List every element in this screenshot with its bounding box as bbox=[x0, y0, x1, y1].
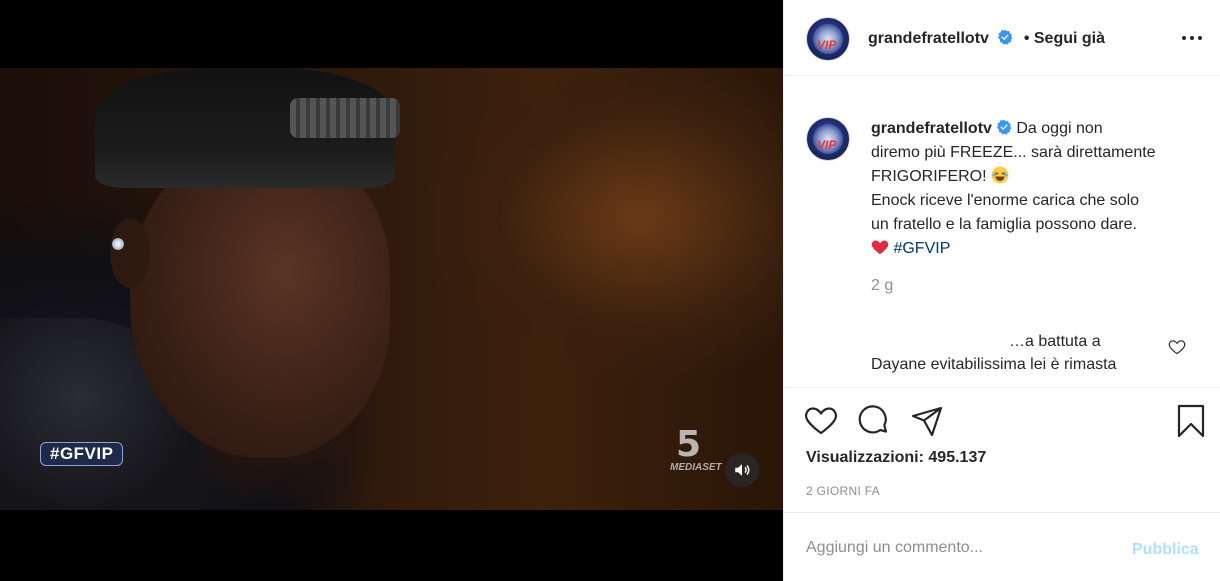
comment-line: Dayane evitabilissima lei è rimasta bbox=[871, 356, 1117, 373]
video-hashtag-overlay: #GFVIP bbox=[40, 442, 124, 466]
caption-line: Da oggi non bbox=[1016, 120, 1103, 137]
video-frame-ear bbox=[110, 218, 150, 288]
comment-input[interactable] bbox=[806, 539, 1106, 557]
channel-name: MEDIASET bbox=[670, 462, 722, 473]
laughing-emoji-icon bbox=[991, 166, 1009, 184]
channel-number: 5 bbox=[676, 424, 702, 465]
caption-area: VIP grandefratellotv Da oggi non diremo … bbox=[784, 77, 1220, 387]
avatar[interactable]: VIP bbox=[806, 17, 850, 61]
more-icon[interactable] bbox=[1180, 28, 1204, 48]
hashtag-link[interactable]: #GFVIP bbox=[893, 240, 950, 257]
video-frame-earring bbox=[112, 238, 124, 250]
post-actions: Visualizzazioni: 495.137 2 GIORNI FA bbox=[784, 387, 1220, 512]
comment-preview: …a battuta a Dayane evitabilissima lei è… bbox=[871, 330, 1171, 376]
comment-composer: Pubblica bbox=[784, 512, 1220, 581]
post-header: VIP grandefratellotv • Segui già bbox=[784, 0, 1220, 76]
verified-icon bbox=[998, 29, 1013, 45]
verified-icon bbox=[996, 119, 1012, 135]
caption-line: FRIGORIFERO! bbox=[871, 168, 987, 185]
audio-icon bbox=[735, 464, 750, 476]
heart-icon[interactable] bbox=[804, 404, 838, 438]
comment-icon[interactable] bbox=[857, 404, 891, 438]
avatar-logo-text: VIP bbox=[817, 138, 837, 152]
post-media[interactable]: #GFVIP 5 MEDIASET bbox=[0, 0, 783, 581]
caption-time: 2 g bbox=[871, 277, 894, 294]
username-link[interactable]: grandefratellotv bbox=[868, 30, 989, 47]
caption-line: diremo più FREEZE... sarà direttamente bbox=[871, 144, 1156, 161]
comment-line: …a battuta a bbox=[1009, 333, 1101, 350]
post-date[interactable]: 2 GIORNI FA bbox=[806, 484, 880, 498]
comment-like-icon[interactable] bbox=[1168, 339, 1186, 355]
view-count[interactable]: Visualizzazioni: 495.137 bbox=[806, 449, 986, 467]
caption-avatar[interactable]: VIP bbox=[806, 117, 850, 161]
caption-line: Enock riceve l'enorme carica che solo bbox=[871, 192, 1140, 209]
publish-button[interactable]: Pubblica bbox=[1132, 541, 1199, 559]
follow-button[interactable]: • Segui già bbox=[1024, 30, 1105, 47]
video-frame-face bbox=[130, 148, 390, 458]
caption-line: un fratello e la famiglia possono dare. bbox=[871, 216, 1137, 233]
save-icon[interactable] bbox=[1174, 404, 1208, 438]
post-side-panel: VIP grandefratellotv • Segui già VIP gra… bbox=[783, 0, 1220, 581]
post-caption: grandefratellotv Da oggi non diremo più … bbox=[871, 117, 1191, 261]
channel-logo: 5 MEDIASET bbox=[670, 424, 722, 474]
video-player[interactable]: #GFVIP 5 MEDIASET bbox=[0, 68, 783, 510]
audio-toggle-button[interactable] bbox=[725, 453, 759, 487]
avatar-logo-text: VIP bbox=[817, 38, 837, 52]
share-icon[interactable] bbox=[910, 404, 944, 438]
heart-emoji-icon bbox=[871, 240, 889, 255]
caption-username-link[interactable]: grandefratellotv bbox=[871, 120, 992, 137]
header-user-line: grandefratellotv • Segui già bbox=[868, 29, 1105, 48]
video-frame-cap-band bbox=[290, 98, 400, 138]
